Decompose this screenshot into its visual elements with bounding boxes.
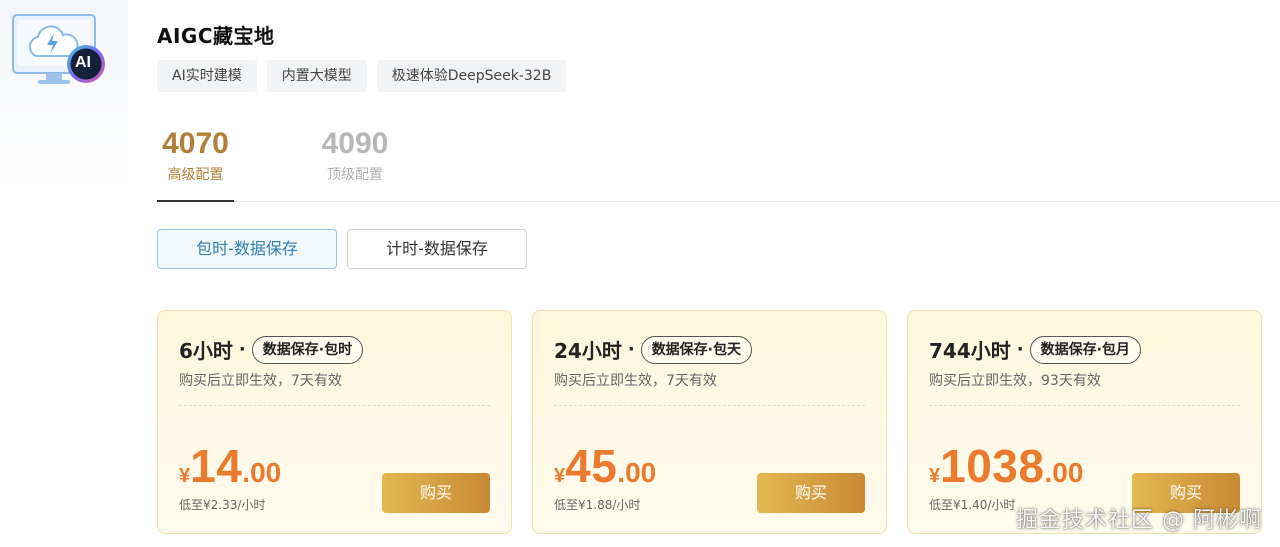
price-integer: 1038 (940, 440, 1045, 492)
monitor-cloud-ai-icon: AI (12, 14, 110, 88)
hourly-package-button[interactable]: 包时-数据保存 (157, 229, 337, 269)
per-hour-price: 低至¥1.88/小时 (554, 498, 641, 512)
dashed-divider (929, 405, 1240, 406)
active-tab-underline (157, 200, 234, 202)
billing-mode-switch: 包时-数据保存 计时-数据保存 (157, 229, 527, 269)
plan-validity: 购买后立即生效，93天有效 (929, 373, 1101, 389)
plan-type-badge: 数据保存·包月 (1029, 335, 1141, 364)
plan-card: 744小时 · 数据保存·包月 购买后立即生效，93天有效 ¥1038.00 低… (907, 310, 1262, 534)
metered-button[interactable]: 计时-数据保存 (347, 229, 527, 269)
price-decimal: .00 (617, 457, 657, 488)
plan-price: ¥1038.00 (929, 439, 1083, 493)
tab-label: 高级配置 (167, 167, 224, 183)
price-integer: 45 (565, 440, 618, 492)
plan-card: 24小时 · 数据保存·包天 购买后立即生效，7天有效 ¥45.00 低至¥1.… (532, 310, 887, 534)
per-hour-price: 低至¥1.40/小时 (929, 498, 1016, 512)
buy-button[interactable]: 购买 (757, 473, 865, 513)
tab-4070[interactable]: 4070 高级配置 (157, 126, 234, 184)
currency-symbol: ¥ (554, 465, 566, 487)
feature-tag: AI实时建模 (157, 60, 257, 92)
price-integer: 14 (190, 440, 243, 492)
price-decimal: .00 (242, 457, 282, 488)
feature-tag: 极速体验DeepSeek-32B (376, 60, 567, 92)
plan-price: ¥14.00 (179, 439, 281, 493)
ai-badge-text: AI (75, 54, 91, 71)
feature-tags: AI实时建模 内置大模型 极速体验DeepSeek-32B (157, 60, 567, 92)
separator-dot: · (238, 339, 246, 360)
plan-duration: 24小时 (554, 339, 622, 363)
plan-validity: 购买后立即生效，7天有效 (179, 373, 342, 389)
watermark: 掘金技术社区 @ 阿彬啊 (1016, 508, 1262, 533)
per-hour-price: 低至¥2.33/小时 (179, 498, 266, 512)
plan-validity: 购买后立即生效，7天有效 (554, 373, 717, 389)
plan-type-badge: 数据保存·包天 (640, 335, 753, 364)
currency-symbol: ¥ (929, 465, 941, 487)
plan-duration: 6小时 (179, 339, 233, 363)
app-title: AIGC藏宝地 (157, 24, 275, 48)
config-tabs: 4070 高级配置 4090 顶级配置 (157, 126, 1280, 202)
separator-dot: · (1016, 339, 1024, 360)
tab-4090[interactable]: 4090 顶级配置 (315, 126, 395, 184)
price-decimal: .00 (1044, 457, 1084, 488)
dashed-divider (179, 405, 490, 406)
dashed-divider (554, 405, 865, 406)
plan-price: ¥45.00 (554, 439, 656, 493)
plan-duration: 744小时 (929, 339, 1011, 363)
tab-number: 4070 (162, 127, 229, 160)
buy-button[interactable]: 购买 (382, 473, 490, 513)
plan-cards: 6小时 · 数据保存·包时 购买后立即生效，7天有效 ¥14.00 低至¥2.3… (157, 310, 1262, 534)
plan-card: 6小时 · 数据保存·包时 购买后立即生效，7天有效 ¥14.00 低至¥2.3… (157, 310, 512, 534)
feature-tag: 内置大模型 (266, 60, 367, 92)
tab-number: 4090 (321, 127, 389, 160)
tab-label: 顶级配置 (327, 167, 383, 183)
currency-symbol: ¥ (179, 465, 191, 487)
plan-type-badge: 数据保存·包时 (251, 335, 364, 364)
separator-dot: · (627, 339, 635, 360)
